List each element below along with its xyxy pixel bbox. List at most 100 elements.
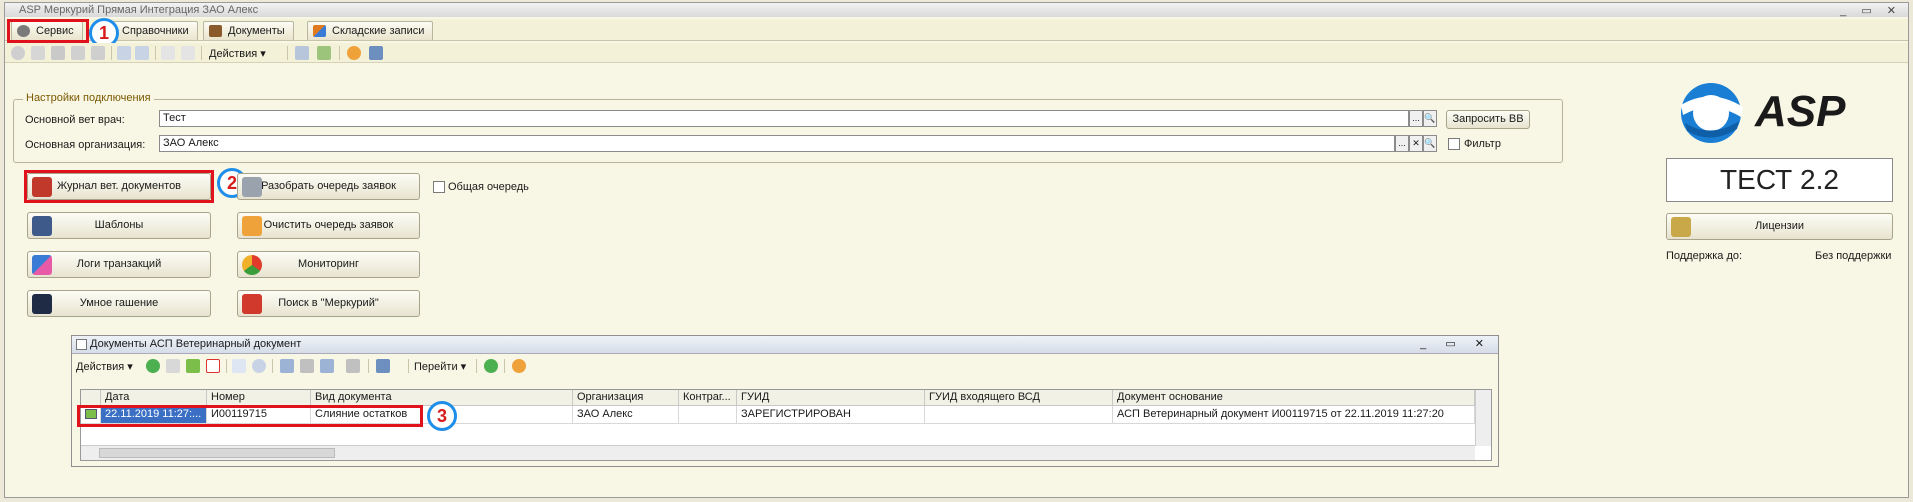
blocks-icon [313, 25, 326, 37]
refresh-icon[interactable] [484, 359, 498, 373]
tab-documents[interactable]: Документы [203, 21, 294, 40]
connection-settings-title: Настройки подключения [23, 92, 154, 104]
templates-button[interactable]: Шаблоны [27, 212, 211, 239]
support-label: Поддержка до: [1666, 250, 1743, 262]
certificate-icon [1671, 217, 1691, 237]
subwindow-title-bar: Документы АСП Ветеринарный документ _ ▭ … [72, 336, 1498, 354]
vet-field[interactable]: Тест [159, 110, 1409, 127]
horizontal-scrollbar[interactable] [81, 445, 1475, 460]
window-title: ASP Меркурий Прямая Интеграция ЗАО Алекс [19, 4, 259, 16]
subwindow-controls[interactable]: _ ▭ ✕ [1420, 336, 1492, 353]
export-icon[interactable] [317, 46, 331, 60]
arrow-down-icon[interactable] [135, 46, 149, 60]
arrow-up-icon[interactable] [117, 46, 131, 60]
vertical-scrollbar[interactable] [1475, 390, 1491, 446]
transaction-logs-button[interactable]: Логи транзакций [27, 251, 211, 278]
toolbar-separator [111, 46, 112, 60]
main-window: ASP Меркурий Прямая Интеграция ЗАО Алекс… [4, 2, 1909, 498]
button-label: Очистить очередь заявок [263, 219, 394, 231]
column-header[interactable]: ГУИД входящего ВСД [925, 390, 1113, 406]
cell-organization[interactable]: ЗАО Алекс [573, 406, 679, 424]
toolbar-separator [287, 46, 288, 60]
filter-label: Фильтр [1464, 138, 1501, 150]
licenses-button[interactable]: Лицензии [1666, 213, 1893, 240]
add-icon[interactable] [146, 359, 160, 373]
sub-actions-menu[interactable]: Действия ▾ [76, 360, 133, 373]
delete-icon[interactable] [71, 46, 85, 60]
toolbar-separator [368, 359, 369, 373]
cell-guid[interactable]: ЗАРЕГИСТРИРОВАН [737, 406, 925, 424]
tools-icon[interactable] [369, 46, 383, 60]
help-icon[interactable] [512, 359, 526, 373]
tab-warehouse[interactable]: Складские записи [307, 21, 434, 40]
column-header[interactable]: Контраг... [679, 390, 737, 406]
toolbar-separator [504, 359, 505, 373]
help-icon[interactable] [347, 46, 361, 60]
edit-icon[interactable] [186, 359, 200, 373]
logo-text: ASP [1755, 87, 1846, 136]
button-label: Шаблоны [94, 219, 144, 231]
org-field[interactable]: ЗАО Алекс [159, 135, 1395, 152]
vet-search-icon[interactable]: 🔍 [1423, 110, 1437, 127]
filter-icon[interactable] [280, 359, 294, 373]
column-header[interactable]: Организация [573, 390, 679, 406]
find-icon[interactable] [252, 359, 266, 373]
support-value: Без поддержки [1815, 250, 1892, 262]
asp-logo: ASP [1677, 77, 1882, 149]
toolbar-separator [226, 359, 227, 373]
button-label: Умное гашение [79, 297, 159, 309]
highlight-service-tab [7, 19, 89, 43]
parse-queue-button[interactable]: Разобрать очередь заявок [237, 173, 420, 200]
smart-repayment-button[interactable]: Умное гашение [27, 290, 211, 317]
sort-asc-icon[interactable] [161, 46, 175, 60]
filter-by-value-icon[interactable] [300, 359, 314, 373]
column-header[interactable]: Номер [207, 390, 311, 406]
cell-guid-incoming[interactable] [925, 406, 1113, 424]
tab-label: Справочники [122, 25, 189, 37]
clear-filter-icon[interactable] [346, 359, 360, 373]
scrollbar-thumb[interactable] [99, 448, 335, 458]
sort-desc-icon[interactable] [181, 46, 195, 60]
copy-icon[interactable] [166, 359, 180, 373]
vet-select-button[interactable]: ... [1409, 110, 1423, 127]
filter-checkbox[interactable] [1448, 138, 1460, 150]
toolbar-separator [201, 46, 202, 60]
toolbar-separator [476, 359, 477, 373]
pie-chart-icon [242, 255, 262, 275]
column-header[interactable]: ГУИД [737, 390, 925, 406]
add-icon[interactable] [11, 46, 25, 60]
copy-icon[interactable] [31, 46, 45, 60]
clear-queue-button[interactable]: Очистить очередь заявок [237, 212, 420, 239]
print-icon[interactable] [295, 46, 309, 60]
edit-icon[interactable] [51, 46, 65, 60]
request-vv-button[interactable]: Запросить ВВ [1446, 110, 1530, 129]
cell-contractor[interactable] [679, 406, 737, 424]
ellipsis-icon[interactable] [232, 359, 246, 373]
highlight-journal-button [24, 170, 214, 203]
actions-menu[interactable]: Действия ▾ [209, 47, 266, 60]
tab-label: Документы [228, 25, 285, 37]
delete-icon[interactable] [206, 359, 220, 373]
common-queue-checkbox[interactable] [433, 181, 445, 193]
settings-icon[interactable] [376, 359, 390, 373]
subwindow-title: Документы АСП Ветеринарный документ [90, 338, 302, 350]
goto-menu[interactable]: Перейти ▾ [414, 360, 466, 373]
column-header[interactable]: Документ основание [1113, 390, 1475, 406]
org-search-icon[interactable]: 🔍 [1423, 135, 1437, 152]
filter-list-icon[interactable] [320, 359, 334, 373]
monitoring-button[interactable]: Мониторинг [237, 251, 420, 278]
org-clear-icon[interactable]: ✕ [1409, 135, 1423, 152]
post-icon[interactable] [91, 46, 105, 60]
puzzle-icon [32, 255, 52, 275]
column-header[interactable]: Дата [101, 390, 207, 406]
search-icon [242, 177, 262, 197]
toolbar-separator [339, 46, 340, 60]
org-select-button[interactable]: ... [1395, 135, 1409, 152]
connection-settings-group [13, 99, 1563, 163]
search-mercury-button[interactable]: Поиск в "Меркурий" [237, 290, 420, 317]
window-controls[interactable]: _ ▭ ✕ [1840, 4, 1902, 18]
step-badge-3: 3 [427, 401, 457, 431]
table-header-icon [81, 390, 101, 406]
version-box: ТЕСТ 2.2 [1666, 158, 1893, 202]
cell-basis-document[interactable]: АСП Ветеринарный документ И00119715 от 2… [1113, 406, 1475, 424]
